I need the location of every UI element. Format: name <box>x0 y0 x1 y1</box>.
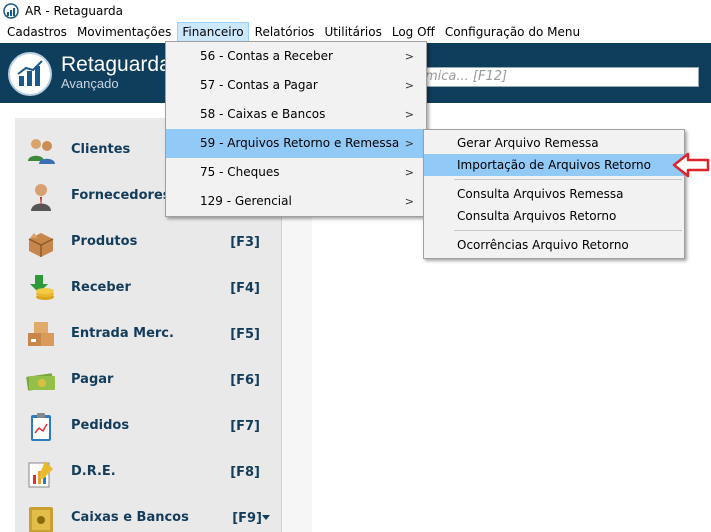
menu-separator <box>454 179 682 180</box>
report-icon <box>28 461 53 488</box>
menu-utilitarios[interactable]: Utilitários <box>320 22 385 42</box>
clipboard-icon <box>31 413 51 441</box>
brand-name: Retaguarda <box>61 53 171 76</box>
menu-item-gerencial[interactable]: 129 - Gerencial > <box>166 187 426 216</box>
menu-cadastros[interactable]: Cadastros <box>3 22 71 42</box>
chevron-right-icon: > <box>404 50 414 63</box>
submenu-importacao-retorno[interactable]: Importação de Arquivos Retorno <box>424 154 684 176</box>
menu-item-contas-receber[interactable]: 56 - Contas a Receber > <box>166 42 426 71</box>
submenu-gerar-remessa[interactable]: Gerar Arquivo Remessa <box>424 132 684 154</box>
supplier-icon <box>31 184 51 211</box>
arquivos-submenu: Gerar Arquivo Remessa Importação de Arqu… <box>423 129 685 259</box>
chevron-right-icon: > <box>404 79 414 92</box>
menu-relatorios[interactable]: Relatórios <box>251 22 319 42</box>
app-window: { "window": { "title": "AR - Retaguarda"… <box>0 0 711 532</box>
sidebar-item-produtos[interactable]: Produtos [F3] <box>15 220 282 266</box>
menu-log-off[interactable]: Log Off <box>388 22 439 42</box>
sidebar-item-dre[interactable]: D.R.E. [F8] <box>15 450 282 496</box>
menu-item-contas-pagar[interactable]: 57 - Contas a Pagar > <box>166 71 426 100</box>
brand-logo-icon <box>8 52 52 96</box>
window-title: AR - Retaguarda <box>25 4 124 18</box>
menu-financeiro[interactable]: Financeiro <box>177 22 249 42</box>
chevron-right-icon: > <box>404 166 414 179</box>
chevron-right-icon: > <box>404 137 414 150</box>
menu-item-caixas-bancos[interactable]: 58 - Caixas e Bancos > <box>166 100 426 129</box>
chevron-down-icon[interactable] <box>262 515 270 520</box>
annotation-arrow-icon <box>672 152 710 178</box>
banknote-icon <box>26 373 55 391</box>
box-icon <box>28 233 54 257</box>
menu-configuracao[interactable]: Configuração do Menu <box>441 22 584 42</box>
sidebar-item-entrada-merc[interactable]: Entrada Merc. [F5] <box>15 312 282 358</box>
chevron-right-icon: > <box>404 195 414 208</box>
safe-icon <box>29 507 53 532</box>
submenu-consulta-remessa[interactable]: Consulta Arquivos Remessa <box>424 183 684 205</box>
goods-entry-icon <box>28 322 54 346</box>
menu-separator <box>454 230 682 231</box>
menu-item-cheques[interactable]: 75 - Cheques > <box>166 158 426 187</box>
sidebar-item-pedidos[interactable]: Pedidos [F7] <box>15 404 282 450</box>
money-receive-icon <box>30 275 54 300</box>
menu-bar: Cadastros Movimentações Financeiro Relat… <box>0 22 711 42</box>
menu-movimentacoes[interactable]: Movimentações <box>73 22 175 42</box>
search-input[interactable]: mica... [F12] <box>418 67 699 87</box>
app-logo-icon <box>3 3 19 19</box>
submenu-ocorrencias-retorno[interactable]: Ocorrências Arquivo Retorno <box>424 234 684 256</box>
title-bar: AR - Retaguarda <box>0 0 711 22</box>
clients-icon <box>28 139 55 164</box>
sidebar-item-pagar[interactable]: Pagar [F6] <box>15 358 282 404</box>
financeiro-menu: 56 - Contas a Receber > 57 - Contas a Pag… <box>165 41 427 217</box>
submenu-consulta-retorno[interactable]: Consulta Arquivos Retorno <box>424 205 684 227</box>
brand-subtitle: Avançado <box>61 76 119 91</box>
sidebar-item-receber[interactable]: Receber [F4] <box>15 266 282 312</box>
menu-item-arquivos-retorno-remessa[interactable]: 59 - Arquivos Retorno e Remessa > <box>166 129 426 158</box>
chevron-right-icon: > <box>404 108 414 121</box>
sidebar-item-caixas-bancos[interactable]: Caixas e Bancos [F9] <box>15 496 282 532</box>
